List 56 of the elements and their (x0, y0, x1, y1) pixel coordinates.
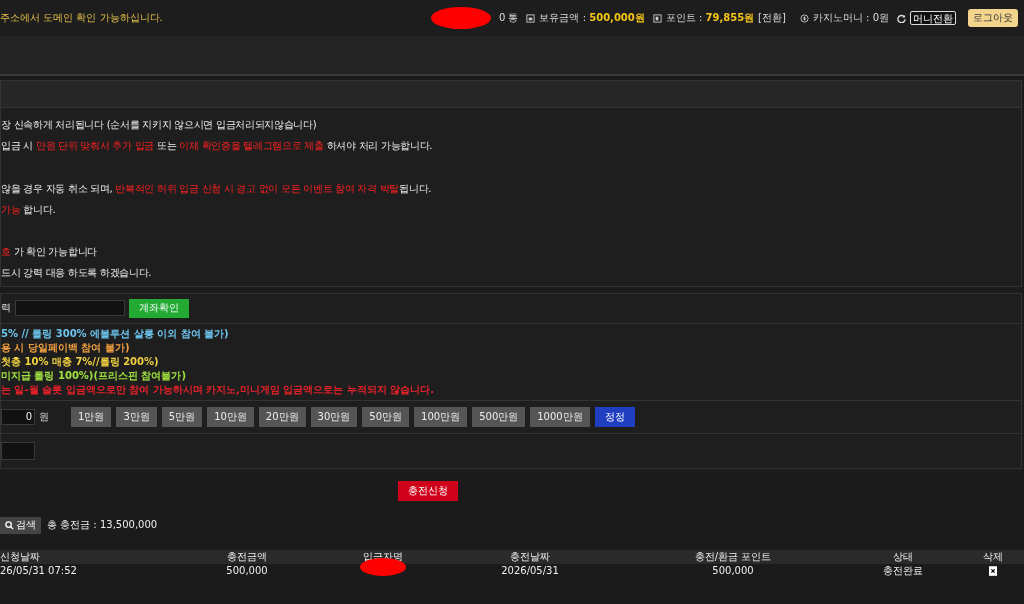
coin-icon (799, 13, 809, 23)
search-button[interactable]: 검색 (0, 516, 41, 534)
column-header: 삭제 (983, 549, 1003, 564)
total-charge-text: 총 충전금 : 13,500,000 (47, 518, 158, 533)
table-cell: 2026/05/31 (501, 563, 559, 578)
column-header: 신청날짜 (0, 549, 40, 564)
refresh-icon[interactable] (897, 13, 906, 23)
amount-preset-button[interactable]: 10만원 (207, 406, 254, 427)
amount-preset-button[interactable]: 30만원 (310, 406, 358, 427)
account-label: 력 (1, 301, 11, 316)
bonus-line: 는 일-월 슬롯 입금액으로만 참여 가능하시며 카지노,미니게임 입금액으로는 누적되지 않습니다. (1, 382, 435, 397)
column-header: 충전날짜 (510, 549, 550, 564)
points-icon (652, 13, 662, 23)
account-input-field[interactable] (15, 300, 125, 317)
amount-preset-button[interactable]: 20만원 (258, 406, 306, 427)
depositor-input-field[interactable] (1, 441, 35, 460)
amount-preset-button[interactable]: 5만원 (161, 406, 203, 427)
amount-preset-button[interactable]: 3만원 (116, 406, 157, 427)
notice-line: 장 신속하게 처리됩니다 (순서를 지키지 않으시면 입금처리되지않습니다) (1, 118, 318, 132)
notice-line: 입금 시 만원 단위 맞춰서 추가 입금 또는 이체 확인증을 텔레그램으로 제출 하셔야 처리 가능합니다. (1, 139, 434, 154)
domain-notice: 주소에서 도메인 확인 가능하십니다. (0, 11, 163, 25)
table-cell: 26/05/31 07:52 (0, 563, 77, 578)
delete-icon[interactable] (989, 564, 997, 577)
bonus-line: 미지급 롤링 100%)(프리스핀 참여불가) (1, 368, 187, 383)
logout-button[interactable]: 로그아웃 (968, 9, 1018, 27)
column-header: 충전금액 (227, 549, 267, 564)
notice-line: 드시 강력 대응 하도록 하겠습니다. (1, 266, 153, 281)
amount-preset-button[interactable]: 100만원 (414, 406, 468, 427)
reset-button[interactable]: 정정 (594, 406, 635, 427)
table-cell: 500,000 (226, 563, 268, 578)
column-header: 충전/환금 포인트 (694, 549, 772, 564)
redaction-scribble (430, 7, 491, 29)
casino-money-label: 카지노머니 : 0원 (812, 11, 889, 25)
amount-preset-button[interactable]: 500만원 (472, 406, 526, 427)
amount-input-field[interactable]: 0 (1, 408, 35, 425)
bonus-line: 5% // 롤링 300% 에볼루션 살롱 이외 참여 불가) (1, 326, 229, 341)
notice-line: 가능 합니다. (1, 202, 57, 217)
balance-label: 보유금액 : 500,000원 (539, 11, 645, 25)
message-count: 0 통 (498, 11, 519, 25)
amount-preset-button[interactable]: 50만원 (362, 406, 410, 427)
amount-preset-button[interactable]: 1만원 (71, 406, 112, 427)
table-cell: 500,000 (712, 563, 754, 578)
currency-label: 원 (39, 409, 49, 424)
notice-line: 호 가 확인 가능합니다 (1, 245, 98, 260)
charge-request-button[interactable]: 충전신청 (398, 480, 458, 501)
points-label: 포인트 : 79,855원 (665, 11, 755, 25)
table-cell: 충전완료 (883, 563, 923, 578)
search-icon (5, 520, 14, 530)
bonus-line: 용 시 당일페이백 참여 불가) (1, 340, 130, 355)
notice-line: 않을 경우 자동 취소 되며, 반복적인 허위 입금 신청 시 경고 없이 모든 이벤트 참여 자격 박탈됩니다. (1, 181, 433, 196)
bonus-line: 첫충 10% 매충 7%//롤링 200%) (1, 354, 159, 369)
wallet-icon (526, 13, 536, 23)
points-convert-link[interactable]: [전환] (758, 11, 786, 25)
amount-preset-button[interactable]: 1000만원 (530, 406, 590, 427)
money-convert-button[interactable]: 머니전환 (910, 11, 956, 25)
column-header: 상태 (893, 549, 913, 564)
